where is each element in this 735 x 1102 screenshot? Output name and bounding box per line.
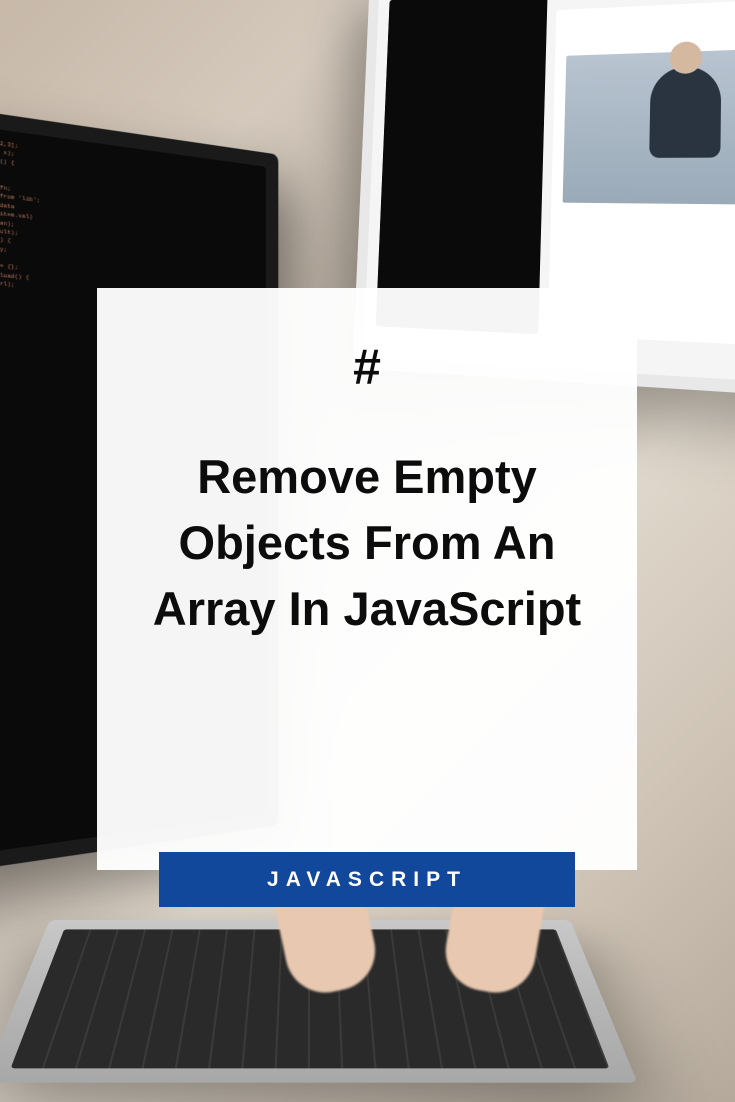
person-silhouette-decoration xyxy=(649,66,721,158)
hash-symbol: # xyxy=(353,338,381,396)
category-label: JAVASCRIPT xyxy=(267,868,467,892)
article-title: Remove Empty Objects From An Array In Ja… xyxy=(127,444,607,641)
title-card: # Remove Empty Objects From An Array In … xyxy=(97,288,637,870)
browser-photo-decoration xyxy=(563,47,735,205)
category-badge: JAVASCRIPT xyxy=(159,852,575,907)
terminal-panel-decoration xyxy=(376,0,548,334)
